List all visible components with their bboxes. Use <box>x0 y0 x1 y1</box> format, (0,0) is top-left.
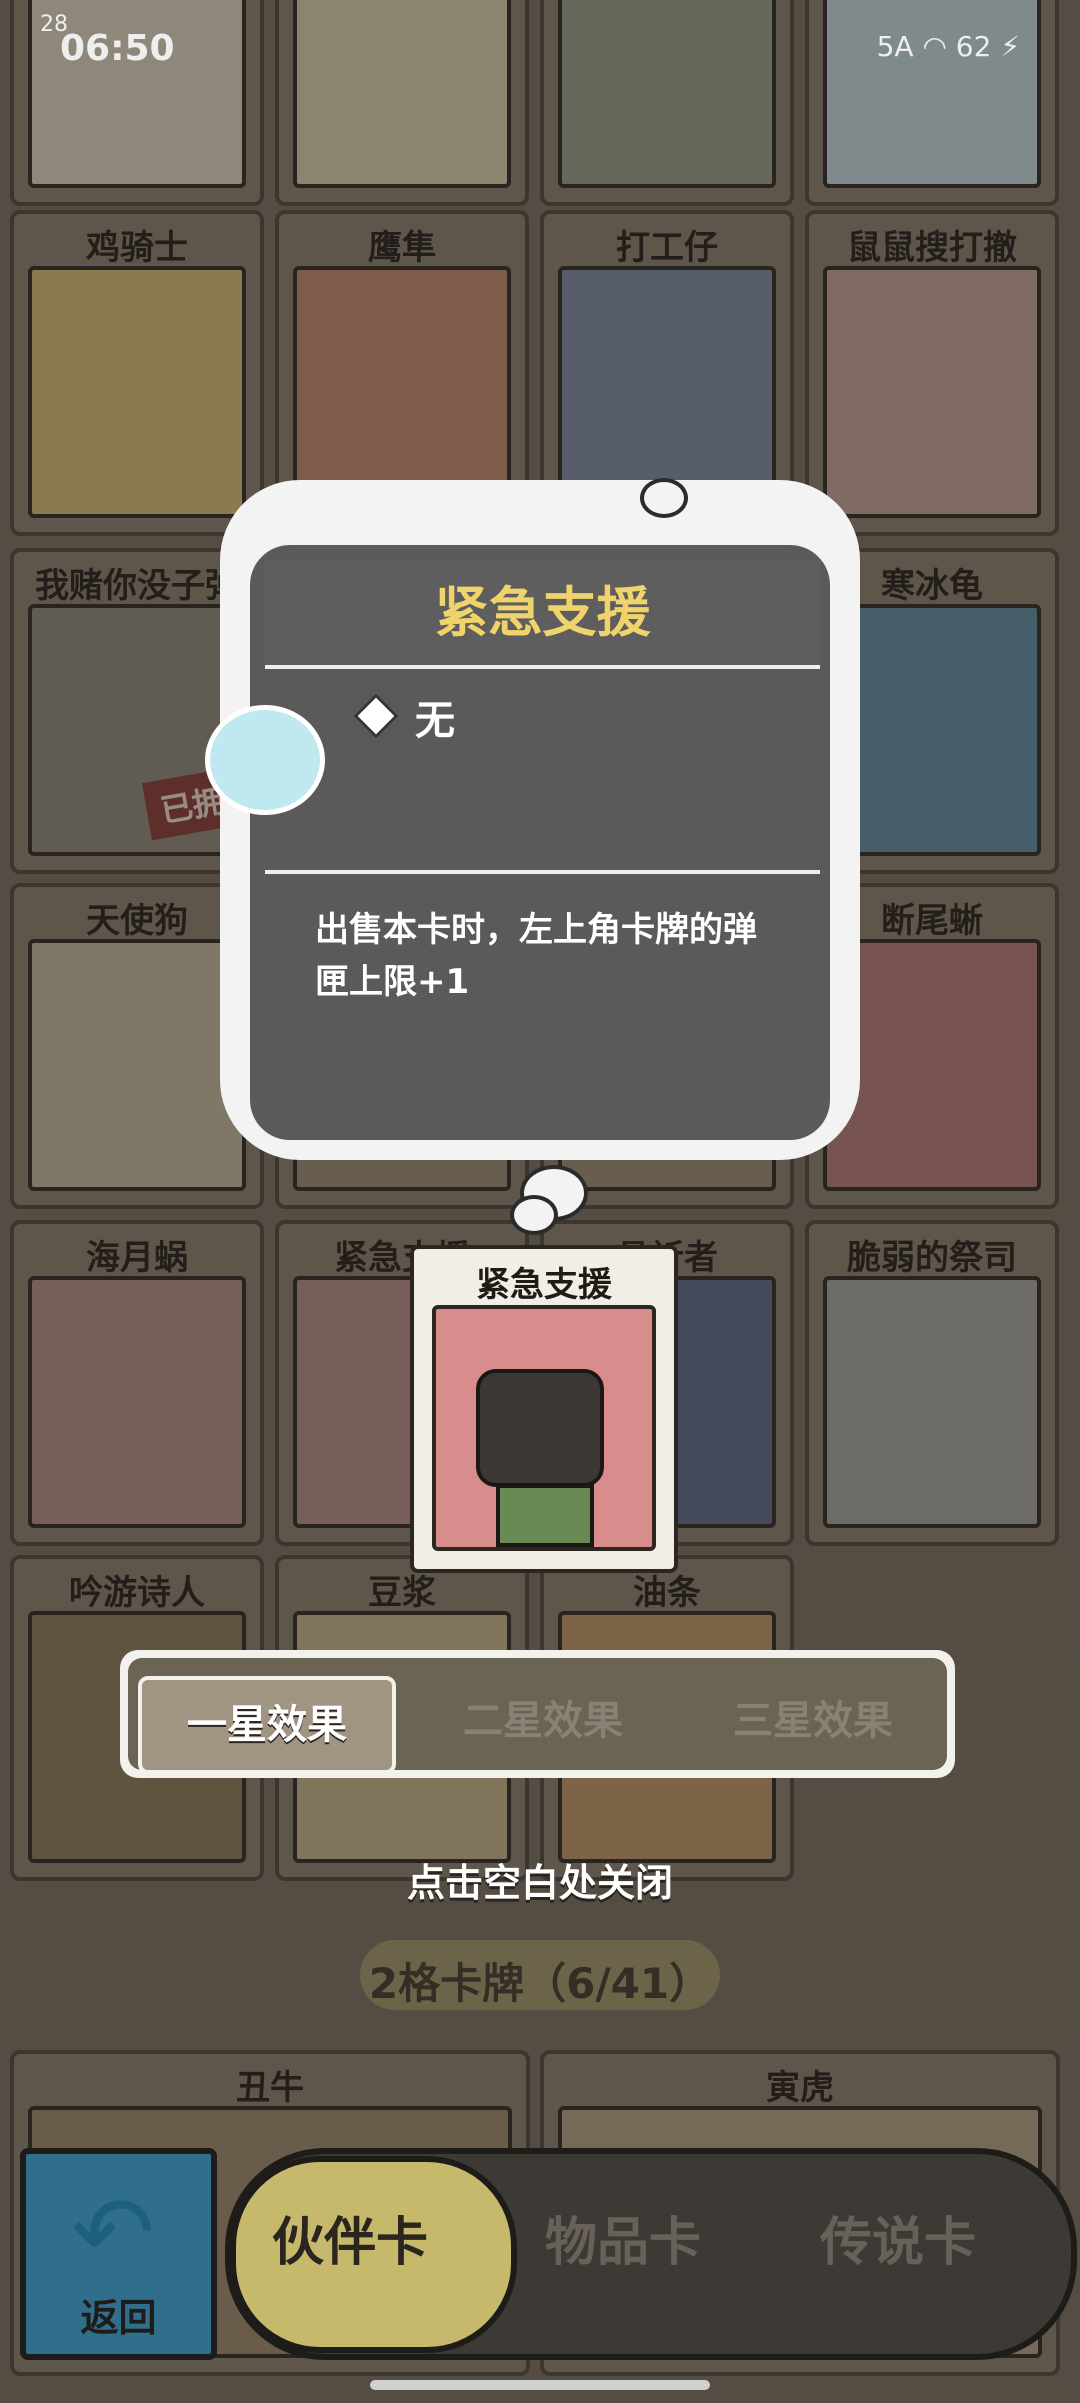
wifi-icon: ◠ <box>922 30 956 63</box>
battery-level: 62 <box>955 30 992 63</box>
status-right: 5A ◠ 62 ⚡ <box>877 30 1020 63</box>
ammo-value: 无 <box>415 698 455 744</box>
card-preview: 紧急支援 <box>410 1245 678 1573</box>
tab-one-star[interactable]: 一星效果 <box>138 1676 396 1774</box>
diamond-icon <box>353 693 399 739</box>
popup-ammo-row: 无 <box>265 670 820 820</box>
status-bar: 28 06:50 5A ◠ 62 ⚡ <box>0 0 1080 80</box>
tab-item-cards[interactable]: 物品卡 <box>545 2200 701 2275</box>
bubble-puff <box>510 1195 558 1235</box>
tab-companion-cards[interactable]: 伙伴卡 <box>272 2200 428 2275</box>
ammo-icon <box>205 705 325 815</box>
popup-title: 紧急支援 <box>265 560 820 669</box>
popup-description: 出售本卡时，左上角卡牌的弹匣上限+1 <box>265 870 820 1134</box>
tab-legend-cards[interactable]: 传说卡 <box>820 2200 976 2275</box>
close-hint: 点击空白处关闭 <box>406 1861 673 1905</box>
home-indicator[interactable] <box>370 2380 710 2390</box>
card-preview-art <box>432 1305 656 1551</box>
back-label: 返回 <box>80 2296 157 2340</box>
network-label: 5A <box>876 30 914 63</box>
tab-three-star[interactable]: 三星效果 <box>688 1676 938 1766</box>
card-preview-name: 紧急支援 <box>476 1265 612 1305</box>
bubble-puff <box>640 478 688 518</box>
back-button[interactable]: ↶ 返回 <box>20 2148 217 2360</box>
tab-two-star[interactable]: 二星效果 <box>418 1676 668 1766</box>
undo-arrow-icon: ↶ <box>71 2174 155 2291</box>
description-text: 出售本卡时，左上角卡牌的弹匣上限+1 <box>315 910 757 1002</box>
star-tabs-track: 一星效果 二星效果 三星效果 <box>128 1658 947 1774</box>
robot-illustration <box>476 1369 604 1487</box>
ammo-box-illustration <box>496 1484 594 1547</box>
charging-icon: ⚡ <box>1000 30 1020 63</box>
status-time: 06:50 <box>60 28 175 69</box>
star-effect-tabs: 一星效果 二星效果 三星效果 <box>120 1650 955 1778</box>
